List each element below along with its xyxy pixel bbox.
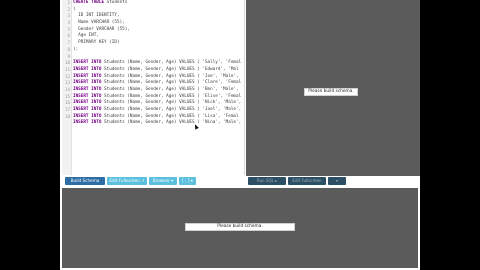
build-schema-button[interactable]: Build Schema xyxy=(65,177,105,185)
results-panel: Please build schema. xyxy=(62,188,418,268)
code-line: INSERT INTO Students (Name, Gender, Age)… xyxy=(73,120,244,127)
line-number: 13 xyxy=(64,80,70,86)
code-text: PRIMARY KEY (ID) xyxy=(73,40,120,46)
code-text: Students (Name, Gender, Age) VALUES ( 'S… xyxy=(101,60,242,66)
left-letterbox xyxy=(0,0,60,270)
code-text: Students (Name, Gender, Age) VALUES ( 'E… xyxy=(101,93,242,99)
code-keyword: INSERT INTO xyxy=(73,86,102,92)
code-keyword: INSERT INTO xyxy=(73,73,102,79)
code-text: Gender VARCHAR (55), xyxy=(73,26,130,32)
line-number: 17 xyxy=(64,107,70,112)
line-number: 9 xyxy=(67,53,70,59)
code-keyword: INSERT INTO xyxy=(73,93,102,99)
code-line: INSERT INTO Students (Name, Gender, Age)… xyxy=(73,100,244,107)
delimiter-dropdown[interactable]: [ ; ] ▾ xyxy=(179,177,196,185)
line-number: 14 xyxy=(64,86,70,92)
schema-toolbar: Build Schema Edit Fullscreen ↗ Browser ▾… xyxy=(62,176,244,186)
code-text: ); xyxy=(73,46,79,52)
code-keyword: CREATE TABLE xyxy=(73,0,105,5)
code-text: Students (Name, Gender, Age) VALUES ( 'N… xyxy=(101,100,242,106)
code-keyword: INSERT INTO xyxy=(73,60,102,66)
line-number: 8 xyxy=(67,46,70,52)
code-keyword: INSERT INTO xyxy=(73,66,102,72)
code-keyword: INSERT INTO xyxy=(73,100,102,106)
code-text: ( xyxy=(73,6,76,12)
query-options-dropdown[interactable]: ▾ xyxy=(328,177,346,185)
line-number: 4 xyxy=(67,20,70,26)
line-number: 3 xyxy=(67,13,70,19)
code-line: INSERT INTO Students (Name, Gender, Age)… xyxy=(73,66,244,74)
line-number: 7 xyxy=(67,40,70,46)
code-line: INSERT INTO Students (Name, Gender, Age)… xyxy=(73,80,244,87)
code-line: ); xyxy=(73,46,244,54)
code-line: INSERT INTO Students (Name, Gender, Age)… xyxy=(73,60,244,67)
code-text: Students (Name, Gender, Age) VALUES ( 'L… xyxy=(101,113,239,119)
code-text: Students (Name, Gender, Age) VALUES ( 'C… xyxy=(101,80,242,86)
code-keyword: INSERT INTO xyxy=(73,113,102,119)
line-number: 1 xyxy=(67,0,70,5)
run-sql-button[interactable]: Run SQL ▸ xyxy=(248,177,286,185)
code-text: Students (Name, Gender, Age) VALUES ( 'B… xyxy=(101,86,239,92)
line-number: 6 xyxy=(67,33,70,39)
code-keyword: INSERT INTO xyxy=(73,120,102,126)
schema-editor[interactable]: 1 2 3 4 5 6 7 8 9 10 11 12 13 14 15 16 17 18 CREATE TABLE… xyxy=(62,0,245,175)
code-text: Name VARCHAR (55), xyxy=(73,20,125,26)
code-line: INSERT INTO Students (Name, Gender, Age)… xyxy=(73,107,244,114)
code-text: ID INT IDENTITY, xyxy=(73,13,120,19)
code-text: Students (Name, Gender, Age) VALUES ( 'E… xyxy=(101,66,239,72)
line-number: 10 xyxy=(64,60,70,66)
code-area[interactable]: CREATE TABLE Students( ID INT IDENTITY, … xyxy=(73,0,244,175)
code-keyword: INSERT INTO xyxy=(73,107,102,112)
line-number: 12 xyxy=(64,73,70,79)
line-number: 15 xyxy=(64,93,70,99)
code-line: Name VARCHAR (55), xyxy=(73,20,244,27)
query-panel[interactable]: Please build schema. xyxy=(246,0,420,176)
browser-dropdown[interactable]: Browser ▾ xyxy=(149,177,177,185)
line-number: 16 xyxy=(64,100,70,106)
line-number: 11 xyxy=(64,66,70,72)
line-number-gutter: 1 2 3 4 5 6 7 8 9 10 11 12 13 14 15 16 17 18 xyxy=(62,0,72,175)
code-line: INSERT INTO Students (Name, Gender, Age)… xyxy=(73,86,244,94)
edit-fullscreen-button[interactable]: Edit Fullscreen ↗ xyxy=(107,177,147,185)
query-panel-message: Please build schema. xyxy=(304,88,358,96)
code-text: Students xyxy=(104,0,128,5)
results-panel-message: Please build schema. xyxy=(185,223,295,231)
code-text: Students (Name, Gender, Age) VALUES ( 'N… xyxy=(101,120,242,126)
code-text: Students (Name, Gender, Age) VALUES ( 'J… xyxy=(101,73,239,79)
query-edit-fullscreen-button[interactable]: Edit Fullscreen xyxy=(288,177,326,185)
line-number: 5 xyxy=(67,26,70,32)
code-line: PRIMARY KEY (ID) xyxy=(73,40,244,47)
query-toolbar: Run SQL ▸ Edit Fullscreen ▾ xyxy=(246,176,420,186)
code-keyword: INSERT INTO xyxy=(73,80,102,86)
right-letterbox xyxy=(420,0,480,270)
line-number: 2 xyxy=(67,6,70,12)
code-text: Students (Name, Gender, Age) VALUES ( 'J… xyxy=(101,107,242,112)
code-line: CREATE TABLE Students xyxy=(73,0,244,7)
code-text: Age INT, xyxy=(73,33,99,39)
line-number: 18 xyxy=(64,113,70,119)
